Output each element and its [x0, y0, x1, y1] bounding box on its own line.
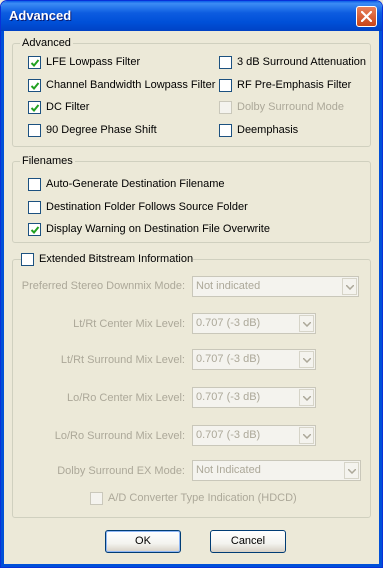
- cancel-button[interactable]: Cancel: [210, 530, 286, 553]
- ltrt-center-mix-select[interactable]: 0.707 (-3 dB): [192, 313, 316, 334]
- checkbox-box: [21, 253, 34, 266]
- select-value: 0.707 (-3 dB): [196, 317, 261, 329]
- filenames-group-label: Filenames: [20, 154, 75, 168]
- checkbox-label: Extended Bitstream Information: [39, 253, 194, 265]
- chevron-down-icon: [303, 322, 311, 327]
- title-bar[interactable]: Advanced: [1, 1, 382, 31]
- checkbox-box: [28, 101, 41, 114]
- checkbox-box: [219, 79, 232, 92]
- checkbox-label: Destination Folder Follows Source Folder: [46, 201, 248, 213]
- checkmark-icon: [30, 82, 40, 90]
- dolby-surround-ex-label: Dolby Surround EX Mode:: [57, 465, 185, 477]
- select-value: 0.707 (-3 dB): [196, 429, 261, 441]
- stereo-downmix-label: Preferred Stereo Downmix Mode:: [21, 280, 185, 292]
- select-value: 0.707 (-3 dB): [196, 391, 261, 403]
- loro-surround-mix-select[interactable]: 0.707 (-3 dB): [192, 425, 316, 446]
- checkbox-label: Deemphasis: [237, 124, 299, 136]
- checkbox-box: [28, 79, 41, 92]
- window-title: Advanced: [9, 8, 72, 23]
- dropdown-arrow: [299, 315, 314, 332]
- checkbox-label: 90 Degree Phase Shift: [46, 124, 157, 136]
- checkbox-label: Dolby Surround Mode: [237, 101, 345, 113]
- window-frame-bottom: [1, 564, 382, 567]
- chevron-down-icon: [348, 469, 356, 474]
- checkbox-label: 3 dB Surround Attenuation: [237, 56, 367, 68]
- select-value: Not indicated: [196, 280, 261, 292]
- checkbox-label: Display Warning on Destination File Over…: [46, 223, 270, 235]
- select-value: 0.707 (-3 dB): [196, 353, 261, 365]
- loro-surround-mix-label: Lo/Ro Surround Mix Level:: [54, 430, 185, 442]
- stereo-downmix-select[interactable]: Not indicated: [192, 276, 359, 297]
- dropdown-arrow: [299, 427, 314, 444]
- checkbox-box: [28, 178, 41, 191]
- close-icon: [361, 11, 372, 22]
- checkbox-label: RF Pre-Emphasis Filter: [237, 79, 352, 91]
- window-frame-right: [379, 31, 382, 567]
- extended-bitstream-checkbox[interactable]: Extended Bitstream Information: [21, 253, 193, 267]
- checkbox-box: [28, 56, 41, 69]
- checkbox-box: [28, 223, 41, 236]
- chevron-down-icon: [303, 358, 311, 363]
- ok-button[interactable]: OK: [105, 530, 181, 553]
- dolby-surround-ex-select[interactable]: Not Indicated: [192, 460, 361, 481]
- checkbox-box: [90, 492, 103, 505]
- checkbox-box: [219, 124, 232, 137]
- loro-center-mix-label: Lo/Ro Center Mix Level:: [67, 392, 185, 404]
- checkbox-box: [219, 101, 232, 114]
- window-frame-left: [1, 31, 4, 567]
- checkbox-label: DC Filter: [46, 101, 90, 113]
- chevron-down-icon: [303, 396, 311, 401]
- checkbox-label: A/D Converter Type Indication (HDCD): [108, 492, 297, 504]
- checkbox-box: [28, 124, 41, 137]
- dropdown-arrow: [299, 351, 314, 368]
- loro-center-mix-select[interactable]: 0.707 (-3 dB): [192, 387, 316, 408]
- checkbox-box: [219, 56, 232, 69]
- ltrt-surround-mix-label: Lt/Rt Surround Mix Level:: [60, 354, 185, 366]
- ltrt-center-mix-label: Lt/Rt Center Mix Level:: [73, 318, 185, 330]
- advanced-group-label: Advanced: [20, 36, 73, 50]
- chevron-down-icon: [303, 434, 311, 439]
- dropdown-arrow: [344, 462, 359, 479]
- dropdown-arrow: [299, 389, 314, 406]
- checkmark-icon: [30, 59, 40, 67]
- close-button[interactable]: [356, 6, 377, 27]
- checkmark-icon: [30, 104, 40, 112]
- advanced-dialog: Advanced Advanced LFE Lowpass Filter Cha…: [0, 0, 383, 568]
- chevron-down-icon: [346, 285, 354, 290]
- dropdown-arrow: [342, 278, 357, 295]
- select-value: Not Indicated: [196, 464, 261, 476]
- ltrt-surround-mix-select[interactable]: 0.707 (-3 dB): [192, 349, 316, 370]
- checkbox-label: Channel Bandwidth Lowpass Filter: [46, 79, 216, 91]
- checkbox-label: LFE Lowpass Filter: [46, 56, 141, 68]
- checkbox-label: Auto-Generate Destination Filename: [46, 178, 225, 190]
- checkmark-icon: [30, 226, 40, 234]
- checkbox-box: [28, 201, 41, 214]
